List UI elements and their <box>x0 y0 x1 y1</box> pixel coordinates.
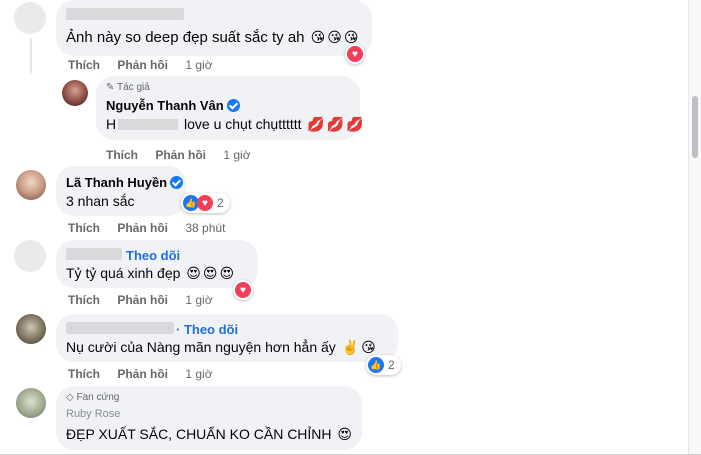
love-reaction-icon: ♥ <box>197 195 213 211</box>
reply-button[interactable]: Phản hồi <box>117 293 168 307</box>
fan-badge: ◇ Fan cứng <box>66 392 120 403</box>
redacted-name <box>66 322 174 334</box>
scrollbar-thumb[interactable] <box>692 96 698 158</box>
reply-button[interactable]: Phản hồi <box>155 148 206 162</box>
comment-actions: Thích Phản hồi 1 giờ <box>106 148 265 162</box>
commenter-name[interactable]: Nguyễn Thanh Vân <box>106 98 240 113</box>
love-reaction-icon: ♥ <box>235 282 251 298</box>
love-reaction-icon: ♥ <box>347 46 363 62</box>
like-button[interactable]: Thích <box>68 221 100 235</box>
comment-bubble: ◇ Fan cứng Ruby Rose ĐẸP XUẤT SẮC, CHUẨN… <box>56 386 362 450</box>
pencil-icon: ✎ <box>106 82 115 93</box>
reply-button[interactable]: Phản hồi <box>117 221 168 235</box>
like-reaction-icon: 👍 <box>368 357 384 373</box>
diamond-icon: ◇ <box>66 392 74 403</box>
author-avatar[interactable] <box>62 80 88 106</box>
comment-text: Nụ cười của Nàng mãn nguyện hơn hẳn ấy ✌… <box>66 339 376 355</box>
avatar[interactable] <box>14 240 46 272</box>
redacted-text <box>118 119 179 130</box>
timestamp[interactable]: 1 giờ <box>223 148 250 162</box>
comment-text: Tỷ tỷ quá xinh đẹp 😍 😍 😍 <box>66 265 235 281</box>
avatar[interactable] <box>16 170 46 200</box>
like-button[interactable]: Thích <box>106 148 138 162</box>
timestamp[interactable]: 1 giờ <box>185 58 212 72</box>
comment-bubble: · Theo dõi Nụ cười của Nàng mãn nguyện h… <box>56 314 398 362</box>
reaction-count: 2 <box>388 358 395 372</box>
comment-bubble: Ảnh này so deep đẹp suất sắc ty ah 😘 😘 😘 <box>56 0 372 56</box>
timestamp[interactable]: 1 giờ <box>185 367 212 381</box>
follow-button[interactable]: · Theo dõi <box>176 322 238 337</box>
verified-icon <box>226 99 240 112</box>
reaction-badge[interactable]: 👍 ♥ 2 <box>181 193 230 213</box>
like-button[interactable]: Thích <box>68 58 100 72</box>
comment-text: H love u chụt chụtttttt 💋 💋 💋 <box>106 116 364 132</box>
comment-actions: Thích Phản hồi 38 phút <box>68 221 239 235</box>
comment-bubble: Theo dõi Tỷ tỷ quá xinh đẹp 😍 😍 😍 <box>56 240 258 288</box>
like-button[interactable]: Thích <box>68 367 100 381</box>
comment-text: Ảnh này so deep đẹp suất sắc ty ah 😘 😘 😘 <box>66 29 359 46</box>
comment-actions: Thích Phản hồi 1 giờ <box>68 58 227 72</box>
reaction-count: 2 <box>217 196 224 210</box>
comment-text: 3 nhan sắc <box>66 193 135 209</box>
reaction-badge[interactable]: ♥ <box>233 280 253 300</box>
reply-bubble: ✎ Tác giả Nguyễn Thanh Vân H love u chụt… <box>96 76 364 140</box>
avatar[interactable] <box>16 388 46 418</box>
verified-icon <box>170 176 184 189</box>
comment-text: ĐẸP XUẤT SẮC, CHUẨN KO CẦN CHỈNH 😍 <box>66 426 353 442</box>
reaction-badge[interactable]: 👍 2 <box>366 355 401 375</box>
redacted-name <box>66 248 122 260</box>
follow-button[interactable]: Theo dõi <box>126 248 180 263</box>
avatar[interactable] <box>14 2 46 34</box>
avatar[interactable] <box>16 314 46 344</box>
author-badge: ✎ Tác giả <box>106 82 150 93</box>
thread-line <box>30 38 32 74</box>
redacted-name <box>66 8 184 20</box>
like-button[interactable]: Thích <box>68 293 100 307</box>
comment-bubble: Lã Thanh Huyền 3 nhan sắc <box>56 166 186 216</box>
comment-actions: Thích Phản hồi 1 giờ <box>68 293 227 307</box>
reply-button[interactable]: Phản hồi <box>117 367 168 381</box>
reaction-badge[interactable]: ♥ <box>345 44 365 64</box>
timestamp[interactable]: 38 phút <box>185 221 225 235</box>
reply-button[interactable]: Phản hồi <box>117 58 168 72</box>
timestamp[interactable]: 1 giờ <box>185 293 212 307</box>
commenter-name[interactable]: Ruby Rose <box>66 408 120 420</box>
scrollbar-track[interactable] <box>689 0 701 455</box>
commenter-name[interactable]: Lã Thanh Huyền <box>66 175 184 190</box>
comment-actions: Thích Phản hồi 1 giờ <box>68 367 227 381</box>
